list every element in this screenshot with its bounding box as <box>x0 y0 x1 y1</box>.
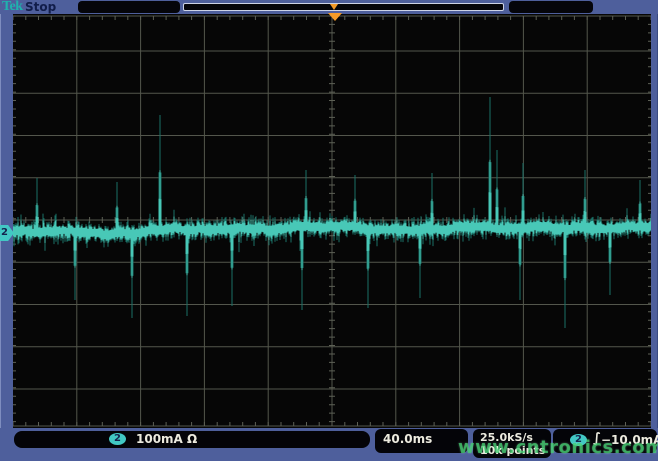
tek-logo: Tek <box>2 0 23 15</box>
acquisition-status: Stop <box>25 0 56 14</box>
oscilloscope-screen: Tek Stop 2 2 100mA Ω 40.0ms 25.0kS/s 10k… <box>0 0 658 461</box>
channel-scale-text: 100mA Ω <box>136 431 197 448</box>
channel-2-badge: 2 <box>109 433 126 445</box>
timebase-value: 40.0ms <box>383 432 432 446</box>
record-view-bar <box>183 3 504 11</box>
top-readout-box-right <box>509 1 593 13</box>
watermark: www.cntronics.com <box>458 437 658 458</box>
top-readout-box-left <box>78 1 180 13</box>
channel-scale-readout: 2 100mA Ω <box>14 431 370 448</box>
graticule-and-waveform <box>13 14 651 428</box>
channel-2-position-marker-icon: 2 <box>0 225 14 241</box>
top-status-bar: Tek Stop <box>0 0 658 14</box>
trigger-position-icon <box>330 4 338 10</box>
timebase-readout: 40.0ms <box>375 429 468 453</box>
